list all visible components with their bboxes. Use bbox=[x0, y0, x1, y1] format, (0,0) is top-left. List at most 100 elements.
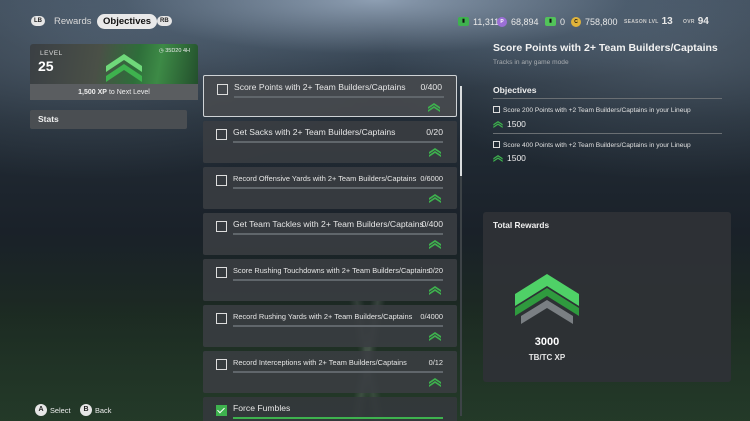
objective-title: Force Fumbles bbox=[233, 403, 291, 413]
detail-objective-item: Score 200 Points with +2 Team Builders/C… bbox=[493, 106, 691, 114]
xp-to-next-level: 1,500 XP to Next Level bbox=[30, 84, 198, 100]
team-builder-chevron-icon bbox=[106, 54, 142, 82]
detail-objectives-heading: Objectives bbox=[493, 85, 537, 95]
back-label: Back bbox=[95, 405, 112, 415]
xp-amount: 1,500 XP bbox=[78, 88, 107, 96]
objective-row[interactable]: Get Team Tackles with 2+ Team Builders/C… bbox=[203, 213, 457, 255]
objective-title: Score Rushing Touchdowns with 2+ Team Bu… bbox=[233, 266, 431, 275]
objective-row[interactable]: Record Offensive Yards with 2+ Team Buil… bbox=[203, 167, 457, 209]
detail-objective-text: Score 200 Points with +2 Team Builders/C… bbox=[503, 107, 691, 114]
detail-objective-xp: 1500 bbox=[493, 153, 526, 163]
coins-value: 758,800 bbox=[585, 16, 618, 27]
a-button-icon: A bbox=[35, 404, 47, 416]
tab-rewards[interactable]: Rewards bbox=[54, 14, 92, 29]
total-rewards-heading: Total Rewards bbox=[493, 220, 550, 230]
xp-chevron-icon bbox=[429, 286, 441, 295]
mut-points-icon: P bbox=[497, 16, 507, 27]
team-builder-xp-icon bbox=[515, 274, 579, 324]
xp-value: 1500 bbox=[507, 153, 526, 163]
b-button-icon: B bbox=[80, 404, 92, 416]
select-label: Select bbox=[50, 405, 71, 415]
total-rewards-panel: Total Rewards 3000 TB/TC XP bbox=[483, 212, 731, 382]
xp-value: 1500 bbox=[507, 119, 526, 129]
objective-progress-bar bbox=[233, 371, 443, 373]
season-value: 13 bbox=[661, 16, 673, 27]
objective-title: Get Team Tackles with 2+ Team Builders/C… bbox=[233, 219, 424, 229]
select-hint[interactable]: A Select bbox=[35, 404, 71, 416]
objective-progress-bar bbox=[233, 279, 443, 281]
level-label: LEVEL bbox=[40, 50, 63, 57]
ovr-value: 94 bbox=[697, 16, 709, 27]
detail-objective-xp: 1500 bbox=[493, 119, 526, 129]
objective-checkbox bbox=[216, 267, 227, 278]
objective-progress: 0/400 bbox=[421, 219, 443, 229]
season-level: SEASON LVL 13 bbox=[624, 14, 673, 29]
total-rewards-amount: 3000 bbox=[534, 336, 560, 348]
objective-row[interactable]: Score Points with 2+ Team Builders/Capta… bbox=[203, 75, 457, 117]
xp-chevron-icon bbox=[429, 332, 441, 341]
tickets-balance: ▮ 0 bbox=[545, 14, 565, 29]
training-balance: ▮ 11,311 bbox=[458, 14, 499, 29]
objective-row[interactable]: Record Interceptions with 2+ Team Builde… bbox=[203, 351, 457, 393]
objective-checkbox bbox=[216, 175, 227, 186]
objective-progress: 0/20 bbox=[428, 266, 443, 275]
xp-chevron-icon bbox=[493, 120, 503, 128]
level-timer: ◷ 35D20 4H bbox=[158, 48, 190, 54]
objective-title: Record Rushing Yards with 2+ Team Builde… bbox=[233, 312, 413, 321]
objective-checkbox bbox=[216, 313, 227, 324]
training-value: 11,311 bbox=[473, 16, 500, 27]
objective-title: Score Points with 2+ Team Builders/Capta… bbox=[234, 82, 406, 92]
xp-chevron-icon bbox=[429, 240, 441, 249]
tickets-value: 0 bbox=[560, 16, 566, 27]
tab-objectives[interactable]: Objectives bbox=[97, 14, 158, 29]
objective-progress: 0/12 bbox=[428, 358, 443, 367]
objective-checked-icon bbox=[216, 405, 227, 416]
objective-row[interactable]: Get Sacks with 2+ Team Builders/Captains… bbox=[203, 121, 457, 163]
detail-title: Score Points with 2+ Team Builders/Capta… bbox=[493, 42, 718, 54]
rb-bumper-icon: RB bbox=[157, 16, 172, 26]
detail-objective-text: Score 400 Points with +2 Team Builders/C… bbox=[503, 142, 691, 149]
objective-row[interactable]: Score Rushing Touchdowns with 2+ Team Bu… bbox=[203, 259, 457, 301]
stats-button[interactable]: Stats bbox=[30, 110, 187, 129]
xp-chevron-icon bbox=[429, 378, 441, 387]
xp-chevron-icon bbox=[428, 103, 440, 112]
detail-checkbox bbox=[493, 106, 500, 113]
objective-progress-bar bbox=[233, 325, 443, 327]
objective-progress-bar bbox=[234, 96, 444, 98]
objectives-list: Score Points with 2+ Team Builders/Capta… bbox=[203, 75, 457, 421]
divider bbox=[493, 98, 722, 99]
xp-suffix: to Next Level bbox=[108, 88, 150, 96]
objective-progress-bar bbox=[233, 187, 443, 189]
detail-objective-item: Score 400 Points with +2 Team Builders/C… bbox=[493, 141, 691, 149]
detail-subtitle: Tracks in any game mode bbox=[493, 59, 569, 66]
level-number: 25 bbox=[38, 58, 54, 74]
points-balance: P 68,894 bbox=[497, 14, 539, 29]
objective-checkbox bbox=[217, 84, 228, 95]
objective-title: Get Sacks with 2+ Team Builders/Captains bbox=[233, 127, 396, 137]
detail-checkbox bbox=[493, 141, 500, 148]
top-bar: LB Rewards Objectives RB ▮ 11,311 P 68,8… bbox=[0, 14, 750, 30]
objective-progress: 0/400 bbox=[420, 82, 442, 92]
season-label: SEASON LVL bbox=[624, 18, 659, 25]
objective-progress: 0/20 bbox=[426, 127, 443, 137]
objective-progress-bar bbox=[233, 141, 443, 143]
objective-progress: 0/6000 bbox=[420, 174, 443, 183]
objective-row[interactable]: Record Rushing Yards with 2+ Team Builde… bbox=[203, 305, 457, 347]
tickets-icon: ▮ bbox=[545, 17, 556, 26]
objective-row-completed[interactable]: Force Fumbles bbox=[203, 397, 457, 421]
divider bbox=[493, 133, 722, 134]
objectives-scroll-thumb[interactable] bbox=[460, 86, 462, 176]
objective-title: Record Interceptions with 2+ Team Builde… bbox=[233, 358, 407, 367]
objective-checkbox bbox=[216, 221, 227, 232]
objective-checkbox bbox=[216, 129, 227, 140]
back-hint[interactable]: B Back bbox=[80, 404, 111, 416]
objective-title: Record Offensive Yards with 2+ Team Buil… bbox=[233, 174, 417, 183]
objective-checkbox bbox=[216, 359, 227, 370]
objective-progress-bar bbox=[233, 233, 443, 235]
xp-chevron-icon bbox=[429, 194, 441, 203]
lb-bumper-icon: LB bbox=[31, 16, 45, 26]
xp-chevron-icon bbox=[429, 148, 441, 157]
coins-icon: C bbox=[571, 16, 581, 27]
training-icon: ▮ bbox=[458, 17, 469, 26]
xp-chevron-icon bbox=[493, 154, 503, 162]
